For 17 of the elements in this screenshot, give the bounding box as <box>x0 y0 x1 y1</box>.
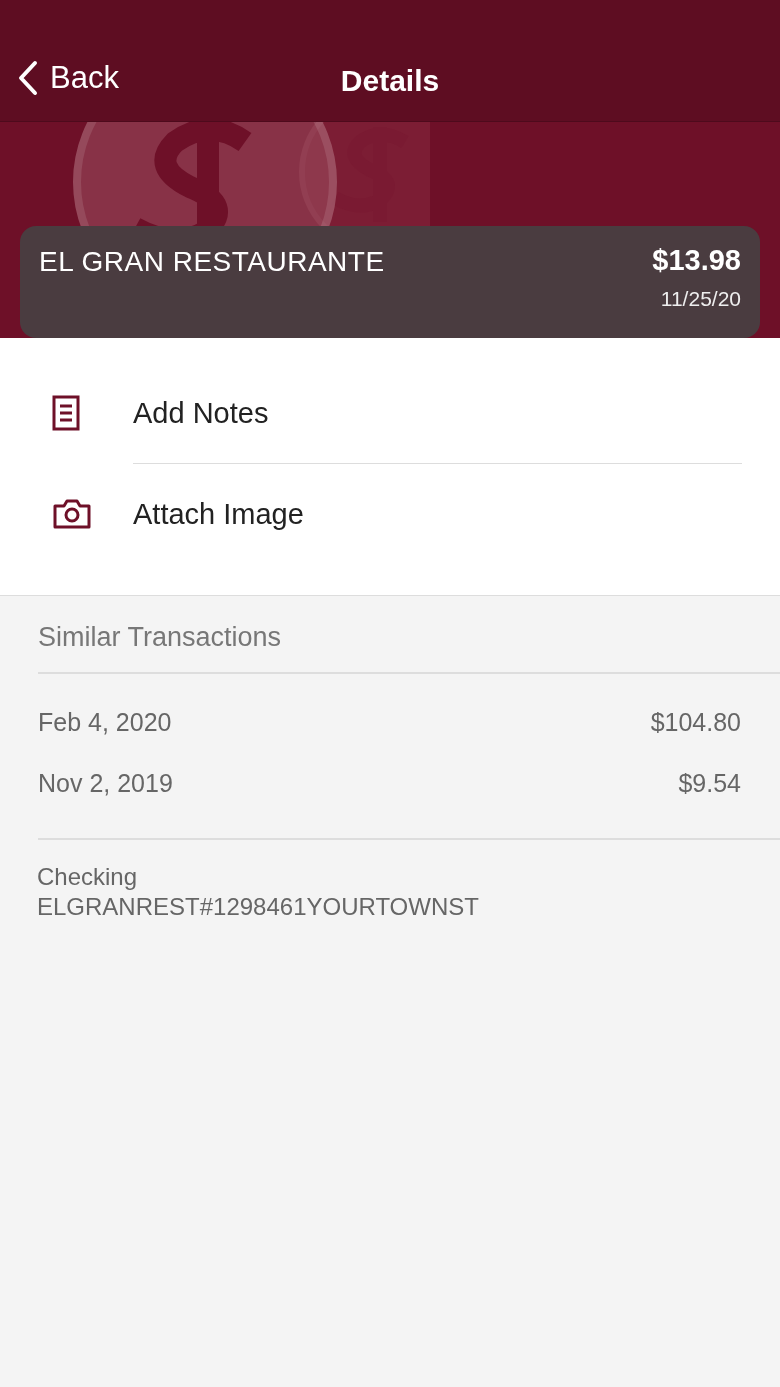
section-title: Similar Transactions <box>38 622 283 654</box>
transaction-date: 11/25/20 <box>660 287 741 311</box>
attach-image-button[interactable]: Attach Image <box>0 469 780 559</box>
transaction-amount: $9.54 <box>678 769 741 798</box>
camera-icon <box>52 499 92 529</box>
transaction-description: ELGRANREST#1298461YOURTOWNST <box>37 892 480 922</box>
merchant-name: EL GRAN RESTAURANTE <box>39 246 385 279</box>
document-icon <box>52 395 80 431</box>
add-notes-button[interactable]: Add Notes <box>0 368 780 458</box>
account-name: Checking <box>37 862 139 892</box>
transaction-date: Nov 2, 2019 <box>38 769 173 798</box>
screen-title: Details <box>340 64 440 98</box>
transaction-amount: $104.80 <box>650 708 741 737</box>
transaction-amount: $13.98 <box>652 244 741 277</box>
back-chevron-icon <box>18 59 38 96</box>
back-button[interactable]: Back <box>0 59 119 96</box>
transaction-date: Feb 4, 2020 <box>38 708 172 737</box>
